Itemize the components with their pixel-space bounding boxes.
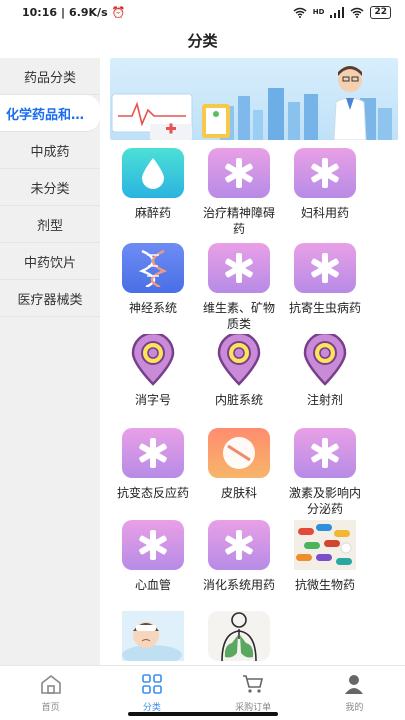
category-item[interactable]: 妇科用药 — [282, 148, 368, 221]
tab-label: 首页 — [41, 702, 60, 713]
pin-icon — [122, 334, 184, 386]
asterisk-icon — [208, 148, 270, 198]
category-label: 治疗精神障碍药 — [202, 206, 275, 236]
category-item[interactable]: 维生素、矿物质类 — [196, 243, 282, 332]
category-item[interactable]: 皮肤科 — [196, 428, 282, 501]
category-item[interactable]: 消字号 — [110, 334, 196, 408]
category-label: 消化系统用药 — [202, 578, 275, 592]
category-label: 内脏系统 — [214, 393, 263, 407]
asterisk-icon — [122, 428, 184, 478]
sidebar-item-4[interactable]: 剂型 — [0, 206, 100, 243]
dna-icon — [122, 243, 184, 293]
category-item[interactable]: 注射剂 — [282, 334, 368, 408]
lungs-icon — [208, 611, 270, 661]
sidebar-item-1[interactable]: 化学药品和… — [0, 95, 100, 132]
category-item[interactable]: 抗变态反应药 — [110, 428, 196, 501]
category-item[interactable]: 治疗精神障碍药 — [196, 148, 282, 237]
signal-icon — [330, 6, 345, 18]
sidebar-item-0[interactable]: 药品分类 — [0, 58, 100, 95]
page-title: 分类 — [187, 31, 218, 50]
asterisk-icon — [294, 428, 356, 478]
person-icon — [343, 674, 365, 697]
asterisk-icon — [294, 148, 356, 198]
status-right: HD 22 — [293, 5, 391, 19]
category-label: 神经系统 — [128, 301, 177, 315]
tab-label: 采购订单 — [235, 702, 272, 713]
category-label: 激素及影响内分泌药 — [288, 486, 361, 516]
sidebar-item-label: 化学药品和… — [6, 107, 85, 123]
category-sidebar: 药品分类化学药品和… 中成药未分类剂型中药饮片医疗器械类 — [0, 58, 100, 665]
asterisk-icon — [208, 520, 270, 570]
grid-icon — [141, 673, 163, 697]
pin-icon — [294, 334, 356, 386]
banner-illustration — [111, 66, 392, 140]
sidebar-item-5[interactable]: 中药饮片 — [0, 243, 100, 280]
tab-home[interactable]: 首页 — [0, 666, 101, 720]
category-item[interactable]: 消化系统用药 — [196, 520, 282, 593]
category-item[interactable] — [196, 611, 282, 668]
asterisk-icon — [208, 243, 270, 293]
category-label: 心血管 — [134, 578, 171, 592]
category-label: 消字号 — [134, 393, 171, 407]
sidebar-item-label: 中药饮片 — [23, 255, 76, 271]
category-label: 麻醉药 — [134, 206, 171, 220]
sidebar-item-label: 剂型 — [36, 218, 63, 234]
category-item[interactable]: 麻醉药 — [110, 148, 196, 221]
category-item[interactable]: 心血管 — [110, 520, 196, 593]
sidebar-item-2[interactable]: 中成药 — [0, 132, 100, 169]
tab-person[interactable]: 我的 — [304, 666, 405, 720]
category-item[interactable]: 激素及影响内分泌药 — [282, 428, 368, 517]
wifi-icon — [293, 7, 307, 18]
category-label: 维生素、矿物质类 — [202, 301, 275, 331]
asterisk-icon — [122, 520, 184, 570]
drop-icon — [122, 148, 184, 198]
home-icon — [40, 674, 62, 697]
category-label: 皮肤科 — [220, 486, 257, 500]
tab-label: 分类 — [142, 702, 161, 713]
battery-icon: 22 — [370, 5, 391, 19]
category-item[interactable]: 内脏系统 — [196, 334, 282, 408]
category-label: 注射剂 — [306, 393, 343, 407]
status-time: 10:16 — [22, 5, 58, 19]
home-indicator — [128, 712, 278, 716]
sidebar-item-3[interactable]: 未分类 — [0, 169, 100, 206]
status-speed: 6.9K/s — [69, 5, 108, 19]
category-label: 抗寄生虫病药 — [288, 301, 361, 315]
sidebar-item-label: 医疗器械类 — [17, 292, 83, 308]
category-item[interactable]: 抗寄生虫病药 — [282, 243, 368, 316]
capsules-photo-icon — [294, 520, 356, 570]
status-bar: 10:16 | 6.9K/s ⏰ HD 22 — [0, 0, 405, 24]
network-type: HD — [312, 8, 325, 16]
cart-icon — [242, 674, 264, 697]
category-item[interactable]: 神经系统 — [110, 243, 196, 316]
asterisk-icon — [294, 243, 356, 293]
pill-icon — [208, 428, 270, 478]
sidebar-item-6[interactable]: 医疗器械类 — [0, 280, 100, 317]
status-separator: | — [61, 5, 66, 19]
category-item[interactable]: 抗微生物药 — [282, 520, 368, 593]
promo-banner[interactable] — [110, 58, 398, 140]
alarm-icon: ⏰ — [111, 5, 126, 19]
category-label: 抗变态反应药 — [116, 486, 189, 500]
sidebar-item-label: 中成药 — [30, 144, 70, 160]
category-label: 抗微生物药 — [294, 578, 355, 592]
sidebar-item-label: 药品分类 — [23, 70, 76, 86]
wifi-icon-2 — [350, 7, 364, 18]
sidebar-item-label: 未分类 — [30, 181, 70, 197]
tab-label: 我的 — [345, 702, 364, 713]
sick-child-photo-icon — [122, 611, 184, 661]
category-label: 妇科用药 — [300, 206, 349, 220]
status-left: 10:16 | 6.9K/s ⏰ — [22, 6, 125, 19]
pin-icon — [208, 334, 270, 386]
category-item[interactable] — [110, 611, 196, 668]
